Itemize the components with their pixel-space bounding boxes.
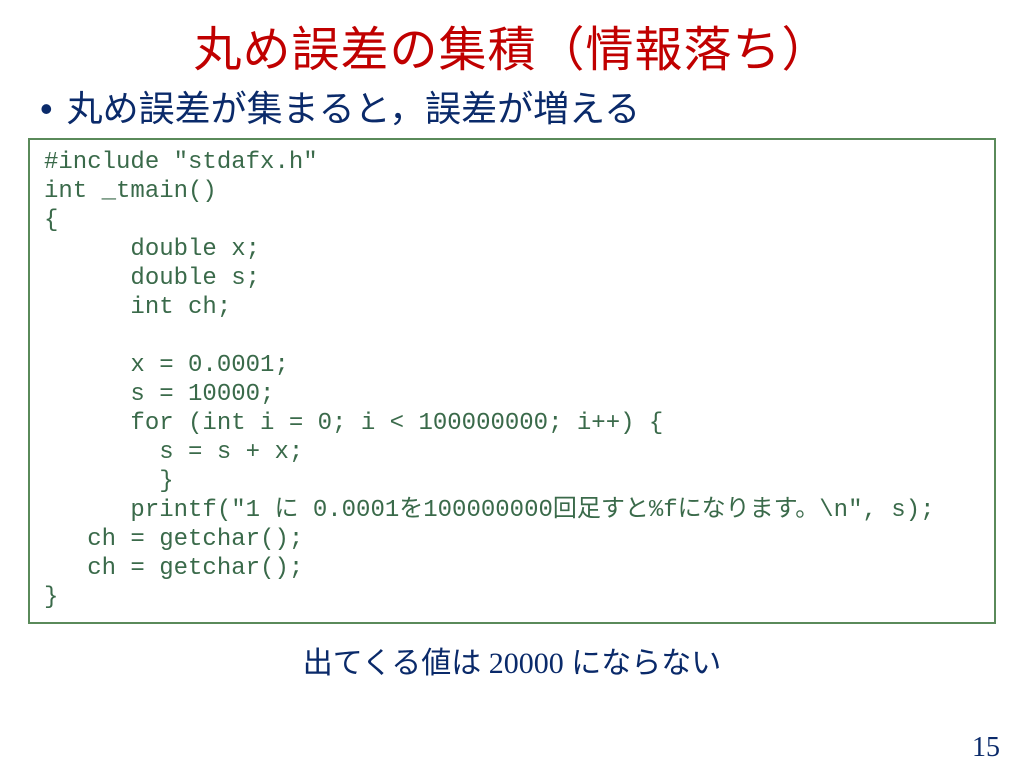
code-line: for (int i = 0; i < 100000000; i++) { <box>44 410 663 437</box>
code-line: s = s + x; <box>44 439 303 466</box>
code-line: double s; <box>44 265 260 292</box>
bullet-text: 丸め誤差が集まると，誤差が増える <box>67 88 640 130</box>
code-line: printf("1 に 0.0001を100000000回足すと%fになります。… <box>44 497 935 524</box>
code-block: #include "stdafx.h" int _tmain() { doubl… <box>28 138 996 624</box>
code-line: int _tmain() <box>44 178 217 205</box>
code-line: x = 0.0001; <box>44 352 289 379</box>
code-line: } <box>44 468 174 495</box>
code-line: int ch; <box>44 294 231 321</box>
code-line: { <box>44 207 58 234</box>
code-line: s = 10000; <box>44 381 274 408</box>
code-line: double x; <box>44 236 260 263</box>
code-line: ch = getchar(); <box>44 526 303 553</box>
code-line: #include "stdafx.h" <box>44 149 318 176</box>
code-line: ch = getchar(); <box>44 555 303 582</box>
bullet-dot-icon: • <box>40 88 53 130</box>
page-number: 15 <box>972 732 1000 764</box>
code-line: } <box>44 584 58 611</box>
slide-title: 丸め誤差の集積（情報落ち） <box>0 10 1024 80</box>
footnote-text: 出てくる値は 20000 にならない <box>0 638 1024 682</box>
bullet-item: • 丸め誤差が集まると，誤差が増える <box>40 88 1024 130</box>
